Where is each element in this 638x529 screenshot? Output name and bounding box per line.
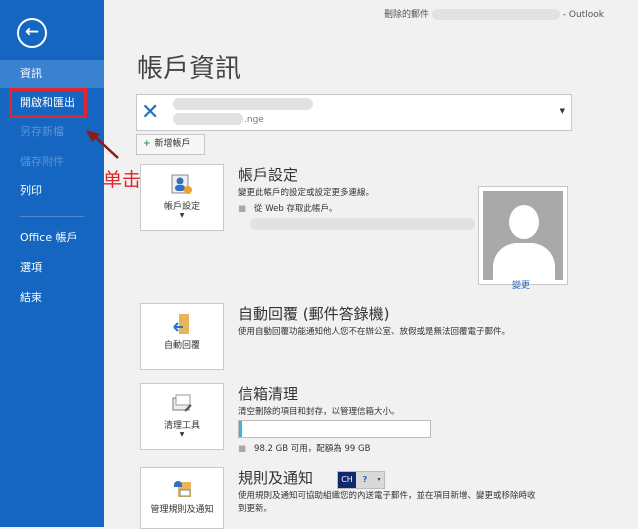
back-button[interactable]: ← bbox=[17, 18, 47, 48]
account-settings-desc: 變更此帳戶的設定或設定更多連線。 bbox=[238, 188, 375, 198]
nav-office-account[interactable]: Office 帳戶 bbox=[0, 224, 104, 252]
nav-options[interactable]: 選項 bbox=[0, 254, 104, 282]
rules-alerts-icon bbox=[174, 481, 191, 497]
mailbox-usage-text: ■ 98.2 GB 可用，配額為 99 GB bbox=[238, 444, 371, 454]
automatic-replies-title: 自動回覆 (郵件答錄機) bbox=[238, 305, 390, 323]
profile-photo bbox=[478, 186, 568, 285]
rules-alerts-title: 規則及通知 bbox=[238, 469, 314, 487]
web-access-item: ■ 從 Web 存取此帳戶。 bbox=[238, 204, 338, 214]
change-photo-link[interactable]: 變更 bbox=[512, 278, 530, 291]
click-annotation: 单击 bbox=[103, 169, 142, 191]
chevron-down-icon: ▼ bbox=[559, 107, 565, 115]
backstage-sidebar: ← 資訊 開啟和匯出 另存新檔 儲存附件 列印 Office 帳戶 選項 結束 bbox=[0, 0, 104, 527]
plus-icon: + bbox=[143, 139, 151, 149]
page-title: 帳戶資訊 bbox=[137, 54, 242, 84]
help-icon[interactable]: ? bbox=[356, 472, 374, 488]
cleanup-tools-icon bbox=[172, 394, 192, 412]
window-title: 刪除的郵件 - Outlook bbox=[384, 9, 604, 20]
rules-alerts-tile[interactable]: 管理規則及通知 bbox=[140, 467, 224, 529]
automatic-replies-tile[interactable]: 自動回覆 bbox=[140, 303, 224, 370]
exchange-icon: ✕ bbox=[141, 100, 160, 125]
redacted-account bbox=[173, 113, 243, 125]
rules-alerts-desc: 使用規則及通知可協助組織您的內送電子郵件，並在項目新增、變更或移除時收 bbox=[238, 491, 536, 501]
cleanup-tools-tile[interactable]: 清理工具 ▼ bbox=[140, 383, 224, 450]
ime-toolbar: CH ? ▾ bbox=[337, 471, 385, 489]
add-account-button[interactable]: + 新增帳戶 bbox=[136, 134, 205, 155]
nav-print[interactable]: 列印 bbox=[0, 177, 104, 205]
account-settings-icon bbox=[171, 174, 192, 194]
ime-language-button[interactable]: CH bbox=[338, 472, 356, 488]
nav-info[interactable]: 資訊 bbox=[0, 60, 104, 88]
mailbox-usage-fill bbox=[239, 421, 242, 437]
account-type: .nge bbox=[244, 115, 264, 125]
automatic-replies-icon bbox=[173, 314, 189, 334]
mailbox-cleanup-title: 信箱清理 bbox=[238, 385, 299, 403]
automatic-replies-desc: 使用自動回覆功能通知他人您不在辦公室、放假或是無法回覆電子郵件。 bbox=[238, 327, 511, 337]
divider bbox=[20, 216, 84, 217]
annotation-arrow-icon bbox=[86, 130, 119, 159]
mailbox-usage-bar bbox=[238, 420, 431, 438]
nav-exit[interactable]: 結束 bbox=[0, 284, 104, 312]
account-settings-title: 帳戶設定 bbox=[238, 166, 299, 184]
redacted-title bbox=[431, 9, 560, 20]
redacted-account bbox=[173, 98, 313, 110]
redacted-link bbox=[250, 218, 475, 230]
account-selector[interactable]: ✕ .nge ▼ bbox=[136, 94, 572, 131]
account-settings-tile[interactable]: 帳戶設定 ▼ bbox=[140, 164, 224, 231]
highlight-box bbox=[9, 88, 87, 118]
mailbox-cleanup-desc: 清空刪除的項目和封存，以管理信箱大小。 bbox=[238, 407, 400, 417]
ime-options-icon[interactable]: ▾ bbox=[374, 472, 384, 488]
rules-alerts-desc-cont: 到更新。 bbox=[238, 504, 273, 514]
